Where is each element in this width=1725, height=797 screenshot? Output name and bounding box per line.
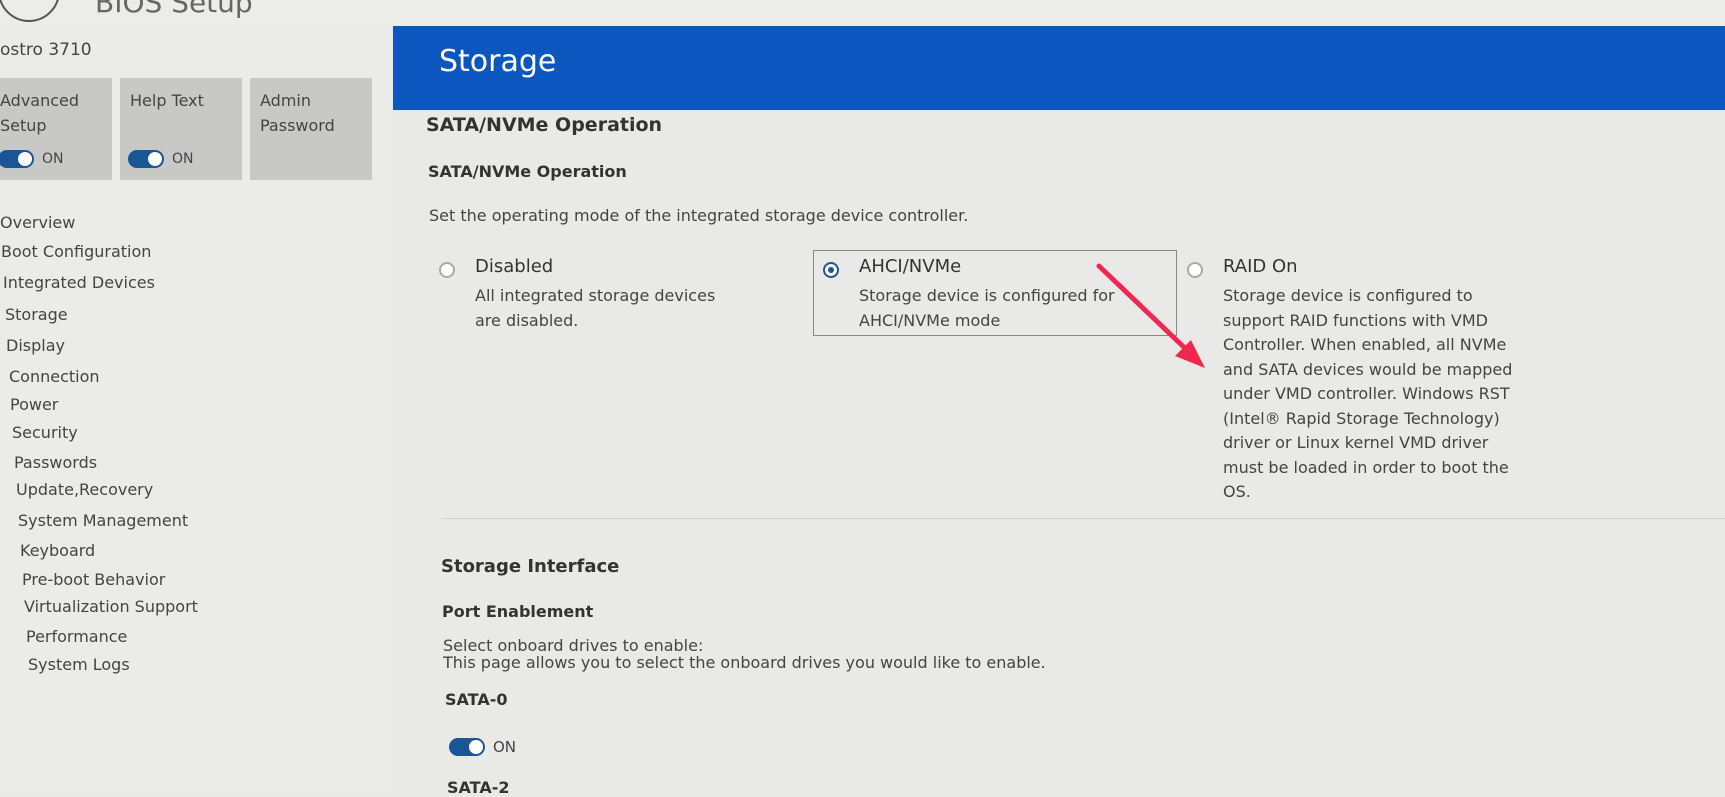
sidebar-item-system-logs[interactable]: System Logs [28,655,130,674]
app-title: BIOS Setup [95,0,253,19]
main-content: SATA/NVMe Operation SATA/NVMe Operation … [393,110,1725,797]
sidebar-item-passwords[interactable]: Passwords [14,453,97,472]
sidebar-item-boot-configuration[interactable]: Boot Configuration [1,242,151,261]
option-description: Storage device is configured for AHCI/NV… [859,286,1115,330]
sidebar: ostro 3710 Advanced Setup ON Help Text O… [0,28,392,790]
tile-advanced-setup[interactable]: Advanced Setup ON [0,78,112,180]
storage-interface-title: Storage Interface [441,556,620,577]
sata-section-title: SATA/NVMe Operation [426,114,663,136]
radio-button-selected[interactable] [823,262,839,278]
port-sata-2-label: SATA-2 [447,778,510,797]
tile-help-text[interactable]: Help Text ON [120,78,242,180]
tile-label: Advanced Setup [0,91,80,135]
sidebar-item-update-recovery[interactable]: Update,Recovery [16,480,153,499]
port-sata-0-label: SATA-0 [445,690,508,709]
sidebar-item-performance[interactable]: Performance [26,627,127,646]
toggle-switch-icon [128,149,164,168]
option-description: All integrated storage devices are disab… [475,286,716,330]
tile-label: Admin Password [260,91,335,135]
option-title: AHCI/NVMe [859,256,962,277]
option-title: Disabled [475,256,554,277]
sata-description: Set the operating mode of the integrated… [429,206,969,225]
sata-0-toggle[interactable]: ON [449,736,516,756]
dell-logo-icon [0,0,60,22]
annotation-arrow-icon [1096,263,1205,368]
system-model: ostro 3710 [0,40,92,60]
sidebar-item-keyboard[interactable]: Keyboard [20,541,95,560]
toggle-switch-icon [449,737,485,756]
toggle-switch-icon [0,149,34,168]
help-text-toggle[interactable]: ON [128,148,194,168]
sidebar-item-pre-boot-behavior[interactable]: Pre-boot Behavior [22,570,165,589]
advanced-setup-toggle[interactable]: ON [0,148,64,168]
sidebar-item-connection[interactable]: Connection [9,367,100,386]
top-bar: BIOS Setup [0,0,1725,28]
sidebar-item-security[interactable]: Security [12,423,78,442]
sidebar-item-virtualization-support[interactable]: Virtualization Support [24,597,198,616]
sidebar-item-power[interactable]: Power [10,395,58,414]
page-title: Storage [439,44,557,79]
radio-button[interactable] [439,262,455,278]
section-divider [441,518,1725,519]
sidebar-item-storage[interactable]: Storage [5,305,68,324]
sidebar-item-display[interactable]: Display [6,336,65,355]
page-header: Storage [393,26,1725,110]
option-title: RAID On [1223,256,1298,277]
port-enablement-title: Port Enablement [442,602,594,621]
tile-label: Help Text [130,91,204,110]
sidebar-item-system-management[interactable]: System Management [18,511,188,530]
port-enablement-line2: This page allows you to select the onboa… [443,653,1046,672]
option-description: Storage device is configured to support … [1223,286,1513,501]
sata-sub-title: SATA/NVMe Operation [428,162,627,181]
tile-admin-password[interactable]: Admin Password [250,78,372,180]
sidebar-item-integrated-devices[interactable]: Integrated Devices [3,273,155,292]
sidebar-item-overview[interactable]: Overview [0,213,75,232]
